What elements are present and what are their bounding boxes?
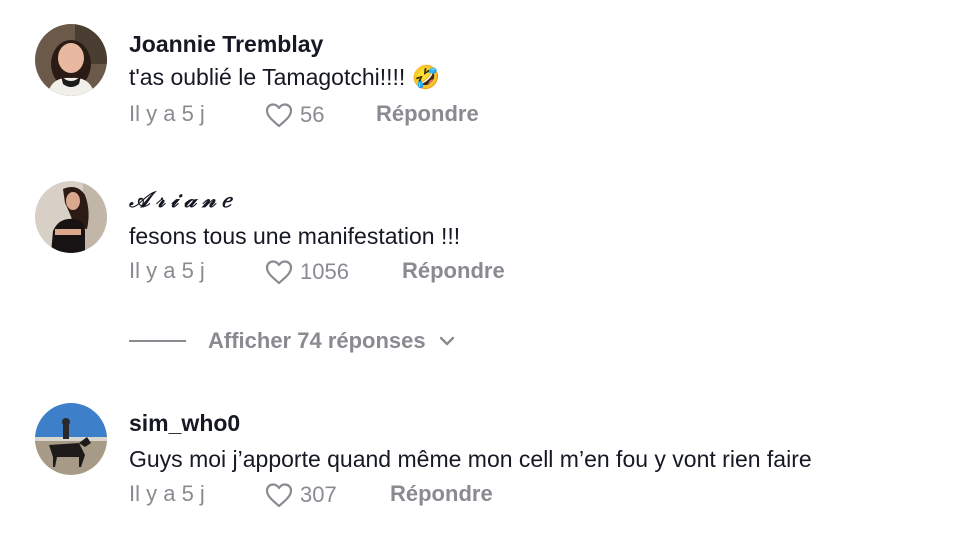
comment-username[interactable]: sim_who0 [129, 410, 240, 437]
heart-icon [265, 483, 293, 508]
comment-timestamp: Il y a 5 j [129, 258, 205, 283]
heart-icon [265, 103, 293, 128]
comment-username[interactable]: 𝒜𝓇𝒾𝒶𝓃𝑒 [129, 187, 237, 213]
like-count: 307 [300, 482, 337, 507]
reply-button[interactable]: Répondre [376, 101, 479, 127]
like-button[interactable]: 307 [264, 481, 337, 509]
chevron-down-icon [439, 336, 454, 346]
comment-text: Guys moi j’apporte quand même mon cell m… [129, 446, 812, 472]
comment-username[interactable]: Joannie Tremblay [129, 31, 323, 58]
like-button[interactable]: 56 [264, 101, 324, 129]
comment-text: t'as oublié le Tamagotchi!!!! 🤣 [129, 64, 441, 90]
reply-button[interactable]: Répondre [390, 481, 493, 507]
heart-icon [265, 260, 293, 285]
divider-line [129, 340, 186, 342]
comment-text: fesons tous une manifestation !!! [129, 223, 461, 249]
like-count: 1056 [300, 259, 349, 284]
avatar[interactable] [35, 403, 107, 475]
like-button[interactable]: 1056 [264, 258, 349, 286]
comment-timestamp: Il y a 5 j [129, 481, 205, 506]
like-count: 56 [300, 102, 325, 127]
comment-timestamp: Il y a 5 j [129, 101, 205, 126]
view-replies-label: Afficher 74 réponses [208, 328, 426, 353]
avatar[interactable] [35, 181, 107, 253]
view-replies-button[interactable]: Afficher 74 réponses [129, 326, 456, 356]
reply-button[interactable]: Répondre [402, 258, 505, 284]
avatar[interactable] [35, 24, 107, 96]
